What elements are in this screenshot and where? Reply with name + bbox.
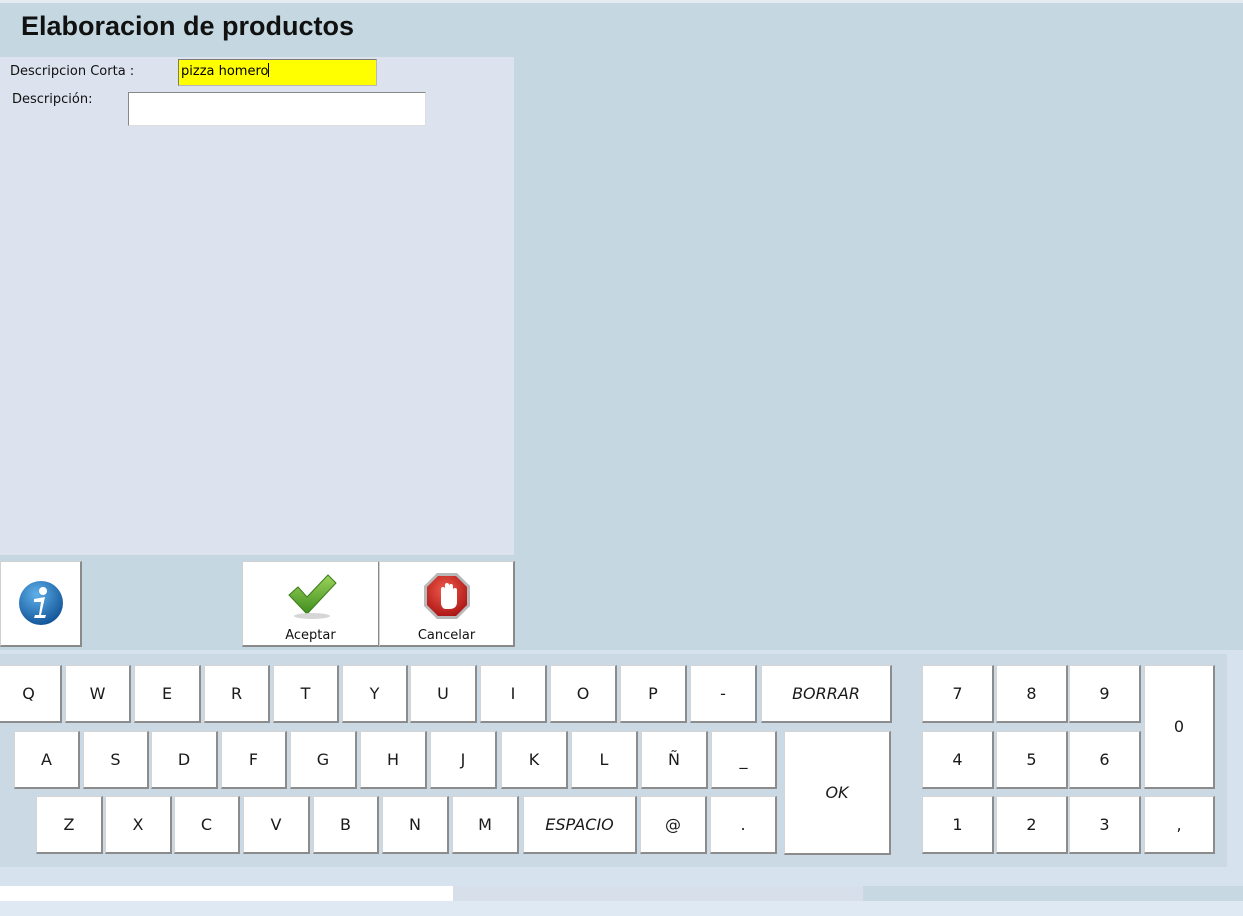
short-description-value: pizza homero xyxy=(181,64,269,79)
cancel-button[interactable]: Cancelar xyxy=(379,561,515,647)
numpad-6[interactable]: 6 xyxy=(1069,731,1141,789)
key-a[interactable]: A xyxy=(14,731,80,789)
info-button[interactable] xyxy=(0,561,82,647)
short-description-label: Descripcion Corta : xyxy=(10,64,135,79)
form-panel xyxy=(0,57,514,555)
description-input[interactable] xyxy=(128,92,426,126)
key-j[interactable]: J xyxy=(430,731,497,789)
key-k[interactable]: K xyxy=(501,731,568,789)
checkmark-icon xyxy=(288,574,337,619)
key-i[interactable]: I xyxy=(480,665,547,723)
numpad-4[interactable]: 4 xyxy=(922,731,994,789)
key-v[interactable]: V xyxy=(243,796,310,854)
key-w[interactable]: W xyxy=(65,665,131,723)
description-label: Descripción: xyxy=(12,92,93,107)
key-x[interactable]: X xyxy=(105,796,172,854)
bottom-strip xyxy=(0,901,1243,916)
key-o[interactable]: O xyxy=(550,665,617,723)
numpad-8[interactable]: 8 xyxy=(996,665,1068,723)
numpad-3[interactable]: 3 xyxy=(1069,796,1141,854)
key-n[interactable]: N xyxy=(382,796,449,854)
key-c[interactable]: C xyxy=(174,796,240,854)
key-t[interactable]: T xyxy=(273,665,339,723)
numpad-9[interactable]: 9 xyxy=(1069,665,1141,723)
key-m[interactable]: M xyxy=(452,796,519,854)
page-title: Elaboracion de productos xyxy=(21,11,355,41)
accept-label: Aceptar xyxy=(285,628,336,643)
key-at[interactable]: @ xyxy=(640,796,707,854)
key-enye[interactable]: Ñ xyxy=(641,731,708,789)
key-s[interactable]: S xyxy=(83,731,149,789)
key-r[interactable]: R xyxy=(204,665,270,723)
key-l[interactable]: L xyxy=(571,731,638,789)
key-q[interactable]: Q xyxy=(0,665,62,723)
key-z[interactable]: Z xyxy=(36,796,103,854)
numpad-7[interactable]: 7 xyxy=(922,665,994,723)
ok-key[interactable]: OK xyxy=(784,731,891,855)
stop-hand-icon xyxy=(424,573,470,619)
info-icon xyxy=(19,581,63,625)
key-f[interactable]: F xyxy=(221,731,287,789)
key-dash[interactable]: - xyxy=(690,665,757,723)
key-underscore[interactable]: _ xyxy=(711,731,777,789)
numpad-2[interactable]: 2 xyxy=(996,796,1068,854)
numpad-comma[interactable]: , xyxy=(1144,796,1215,854)
text-caret xyxy=(268,63,270,77)
space-key[interactable]: ESPACIO xyxy=(523,796,637,854)
key-b[interactable]: B xyxy=(313,796,379,854)
top-border xyxy=(0,0,1243,3)
key-dot[interactable]: . xyxy=(710,796,777,854)
numpad-1[interactable]: 1 xyxy=(922,796,994,854)
cancel-label: Cancelar xyxy=(417,628,476,643)
delete-key[interactable]: BORRAR xyxy=(761,665,892,723)
numpad-0[interactable]: 0 xyxy=(1144,665,1215,789)
key-p[interactable]: P xyxy=(620,665,687,723)
short-description-input[interactable]: pizza homero xyxy=(178,59,377,86)
status-bar-right xyxy=(863,886,1243,901)
accept-button[interactable]: Aceptar xyxy=(242,561,380,647)
key-e[interactable]: E xyxy=(134,665,201,723)
key-u[interactable]: U xyxy=(410,665,477,723)
status-bar-middle xyxy=(453,886,863,901)
key-y[interactable]: Y xyxy=(342,665,408,723)
key-g[interactable]: G xyxy=(290,731,357,789)
status-bar-left xyxy=(0,886,453,901)
key-d[interactable]: D xyxy=(151,731,218,789)
numpad-5[interactable]: 5 xyxy=(996,731,1068,789)
key-h[interactable]: H xyxy=(360,731,427,789)
